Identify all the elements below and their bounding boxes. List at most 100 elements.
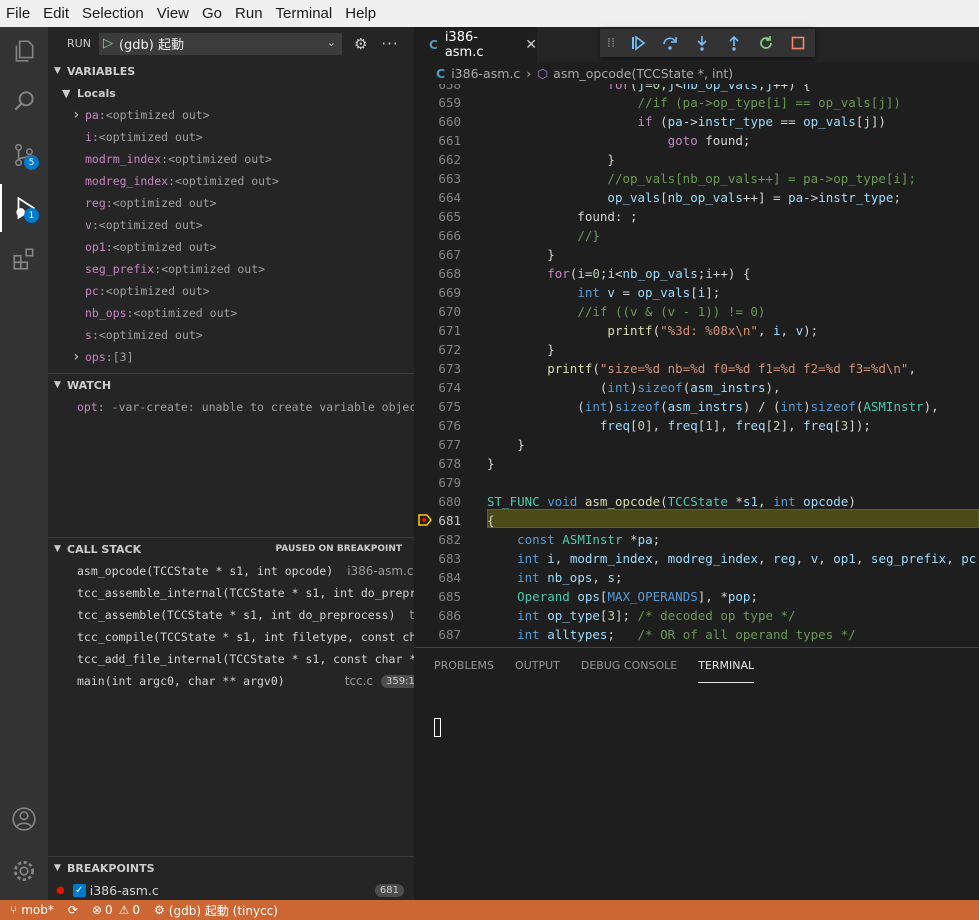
chevron-down-icon: ▼	[62, 86, 71, 100]
stack-frame[interactable]: tcc_assemble_internal(TCCState * s1, int…	[48, 582, 414, 604]
tab-terminal[interactable]: TERMINAL	[698, 648, 755, 683]
call-stack-header[interactable]: ▼ CALL STACK PAUSED ON BREAKPOINT	[48, 538, 414, 560]
debug-sidebar: RUN ▷ (gdb) 起動 ⌄ ⚙ ··· ▼ VARIABLES ▼ Local…	[48, 27, 414, 900]
tab-i386-asm[interactable]: C i386-asm.c ✕	[414, 27, 537, 62]
breadcrumb: C i386-asm.c › ⬡ asm_opcode(TCCState *, …	[414, 62, 979, 84]
line-number: 680	[438, 494, 461, 509]
code-editor[interactable]: 658 659 660 661 662 663 664 665 666 667 …	[414, 84, 979, 647]
paused-status: PAUSED ON BREAKPOINT	[275, 544, 402, 554]
source-control-button[interactable]: 5	[0, 131, 48, 179]
variable-item[interactable]: s: <optimized out>	[48, 324, 414, 346]
drag-handle-icon[interactable]: ⁞⁞	[600, 36, 622, 51]
sync-button[interactable]: ⟳	[68, 903, 78, 917]
breakpoint-checkbox[interactable]: ✓	[72, 883, 86, 897]
restart-button[interactable]	[750, 35, 782, 51]
tab-debug-console[interactable]: DEBUG CONSOLE	[581, 648, 677, 683]
variable-item[interactable]: modreg_index: <optimized out>	[48, 170, 414, 192]
frame-file: i386-asm.c	[347, 564, 414, 578]
stack-frame[interactable]: tcc_assemble(TCCState * s1, int do_prepr…	[48, 604, 414, 626]
terminal-cursor[interactable]	[434, 718, 441, 737]
chevron-right-icon[interactable]: ›	[72, 107, 85, 123]
watch-header[interactable]: ▼ WATCH	[48, 374, 414, 396]
code-line: int v = op_vals[i];	[577, 285, 721, 300]
continue-button[interactable]	[622, 35, 654, 51]
watch-item[interactable]: opt: -var-create: unable to create varia…	[48, 396, 414, 418]
variable-item[interactable]: modrm_index: <optimized out>	[48, 148, 414, 170]
variable-item[interactable]: op1: <optimized out>	[48, 236, 414, 258]
tab-problems[interactable]: PROBLEMS	[434, 648, 494, 683]
chevron-right-icon[interactable]: ›	[72, 349, 85, 365]
breadcrumb-symbol[interactable]: asm_opcode(TCCState *, int)	[553, 66, 733, 81]
variable-item[interactable]: reg: <optimized out>	[48, 192, 414, 214]
variable-item[interactable]: v: <optimized out>	[48, 214, 414, 236]
stack-frame[interactable]: tcc_add_file_internal(TCCState * s1, con…	[48, 648, 414, 670]
extensions-button[interactable]	[0, 235, 48, 283]
code-line: const ASMInstr *pa;	[517, 532, 661, 547]
breadcrumb-file[interactable]: i386-asm.c	[451, 66, 520, 81]
launch-config-select[interactable]: ▷ (gdb) 起動 ⌄	[98, 32, 342, 55]
variable-name: s	[85, 328, 92, 342]
line-number: 678	[438, 456, 461, 471]
variable-name: modrm_index	[85, 152, 162, 166]
variable-item[interactable]: nb_ops: <optimized out>	[48, 302, 414, 324]
step-over-button[interactable]	[654, 35, 686, 51]
sync-icon: ⟳	[67, 903, 78, 917]
code-line: if (pa->instr_type == op_vals[j])	[637, 114, 886, 129]
menu-view[interactable]: View	[151, 5, 195, 22]
close-icon[interactable]: ✕	[525, 37, 537, 53]
branch-status[interactable]: ⑂ mob*	[10, 903, 54, 917]
variable-item[interactable]: › pa: <optimized out>	[48, 104, 414, 126]
locals-scope[interactable]: ▼ Locals	[48, 82, 414, 104]
accounts-button[interactable]	[0, 795, 48, 843]
menu-selection[interactable]: Selection	[76, 5, 150, 22]
variable-item[interactable]: i: <optimized out>	[48, 126, 414, 148]
stack-frame[interactable]: main(int argc0, char ** argv0) tcc.c 359:1	[48, 670, 414, 692]
open-launch-json-gear-icon[interactable]: ⚙	[354, 35, 367, 53]
code-line: Operand ops[MAX_OPERANDS], *pop;	[517, 589, 758, 604]
variable-name: modreg_index	[85, 174, 169, 188]
step-into-button[interactable]	[686, 35, 718, 51]
line-number: 686	[438, 608, 461, 623]
line-number: 659	[438, 95, 461, 110]
run-debug-button[interactable]: 1	[0, 184, 48, 232]
menu-edit[interactable]: Edit	[37, 5, 75, 22]
variable-item[interactable]: pc: <optimized out>	[48, 280, 414, 302]
explorer-button[interactable]	[0, 27, 48, 75]
chevron-down-icon: ⌄	[326, 35, 336, 49]
menu-file[interactable]: File	[0, 5, 36, 22]
stop-button[interactable]	[782, 35, 814, 51]
code-line: }	[487, 456, 495, 471]
code-line: printf("%3d: %08x\n", i, v);	[607, 323, 819, 338]
code-line: }	[487, 437, 525, 452]
manage-button[interactable]	[0, 847, 48, 895]
frame-function: asm_opcode(TCCState * s1, int opcode)	[77, 564, 334, 578]
tab-output[interactable]: OUTPUT	[515, 648, 560, 683]
problems-status[interactable]: ⊗ 0 ⚠ 0	[92, 903, 140, 917]
search-icon	[14, 91, 34, 111]
search-button[interactable]	[0, 77, 48, 125]
stack-frame[interactable]: tcc_compile(TCCState * s1, int filetype,…	[48, 626, 414, 648]
code-line: for(i=0;i<nb_op_vals;i++) {	[547, 266, 751, 281]
menu-terminal[interactable]: Terminal	[270, 5, 339, 22]
line-number: 684	[438, 570, 461, 585]
step-out-button[interactable]	[718, 35, 750, 51]
start-debug-icon[interactable]: ▷	[103, 36, 113, 51]
breakpoints-header[interactable]: ▼ BREAKPOINTS	[48, 857, 414, 879]
separator: :	[168, 174, 176, 188]
variable-value: <optimized out>	[98, 328, 203, 342]
variables-header[interactable]: ▼ VARIABLES	[48, 60, 414, 82]
debug-status[interactable]: ⚙ (gdb) 起動 (tinycc)	[154, 902, 278, 919]
extensions-icon	[13, 248, 34, 270]
stack-frame[interactable]: asm_opcode(TCCState * s1, int opcode) i38…	[48, 560, 414, 582]
menu-help[interactable]: Help	[339, 5, 382, 22]
variable-item[interactable]: seg_prefix: <optimized out>	[48, 258, 414, 280]
line-number: 671	[438, 323, 461, 338]
menu-run[interactable]: Run	[229, 5, 269, 22]
line-number: 670	[438, 304, 461, 319]
breakpoint-item[interactable]: ● ✓ i386-asm.c 681	[48, 879, 414, 900]
more-actions-icon[interactable]: ···	[381, 35, 398, 53]
menu-go[interactable]: Go	[196, 5, 228, 22]
code-line: op_vals[nb_op_vals++] = pa->instr_type;	[607, 190, 901, 205]
variable-item[interactable]: › ops: [3]	[48, 346, 414, 368]
account-icon	[12, 807, 36, 831]
